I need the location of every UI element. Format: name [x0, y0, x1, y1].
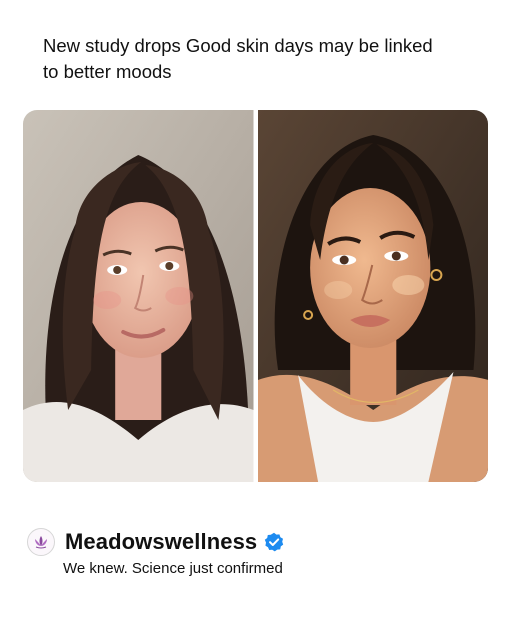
post-caption: We knew. Science just confirmed — [63, 560, 283, 577]
glowing-face-image — [257, 110, 488, 482]
account-name[interactable]: Meadowswellness — [65, 529, 257, 555]
photo-comparison[interactable] — [23, 110, 488, 482]
account-row[interactable]: Meadowswellness — [27, 526, 284, 558]
right-photo[interactable] — [257, 110, 488, 482]
left-photo[interactable] — [23, 110, 254, 482]
post-headline: New study drops Good skin days may be li… — [43, 35, 433, 82]
account-avatar[interactable] — [27, 528, 55, 556]
natural-face-image — [23, 110, 254, 482]
lotus-logo-icon — [35, 536, 47, 549]
verified-badge-icon — [264, 532, 284, 552]
